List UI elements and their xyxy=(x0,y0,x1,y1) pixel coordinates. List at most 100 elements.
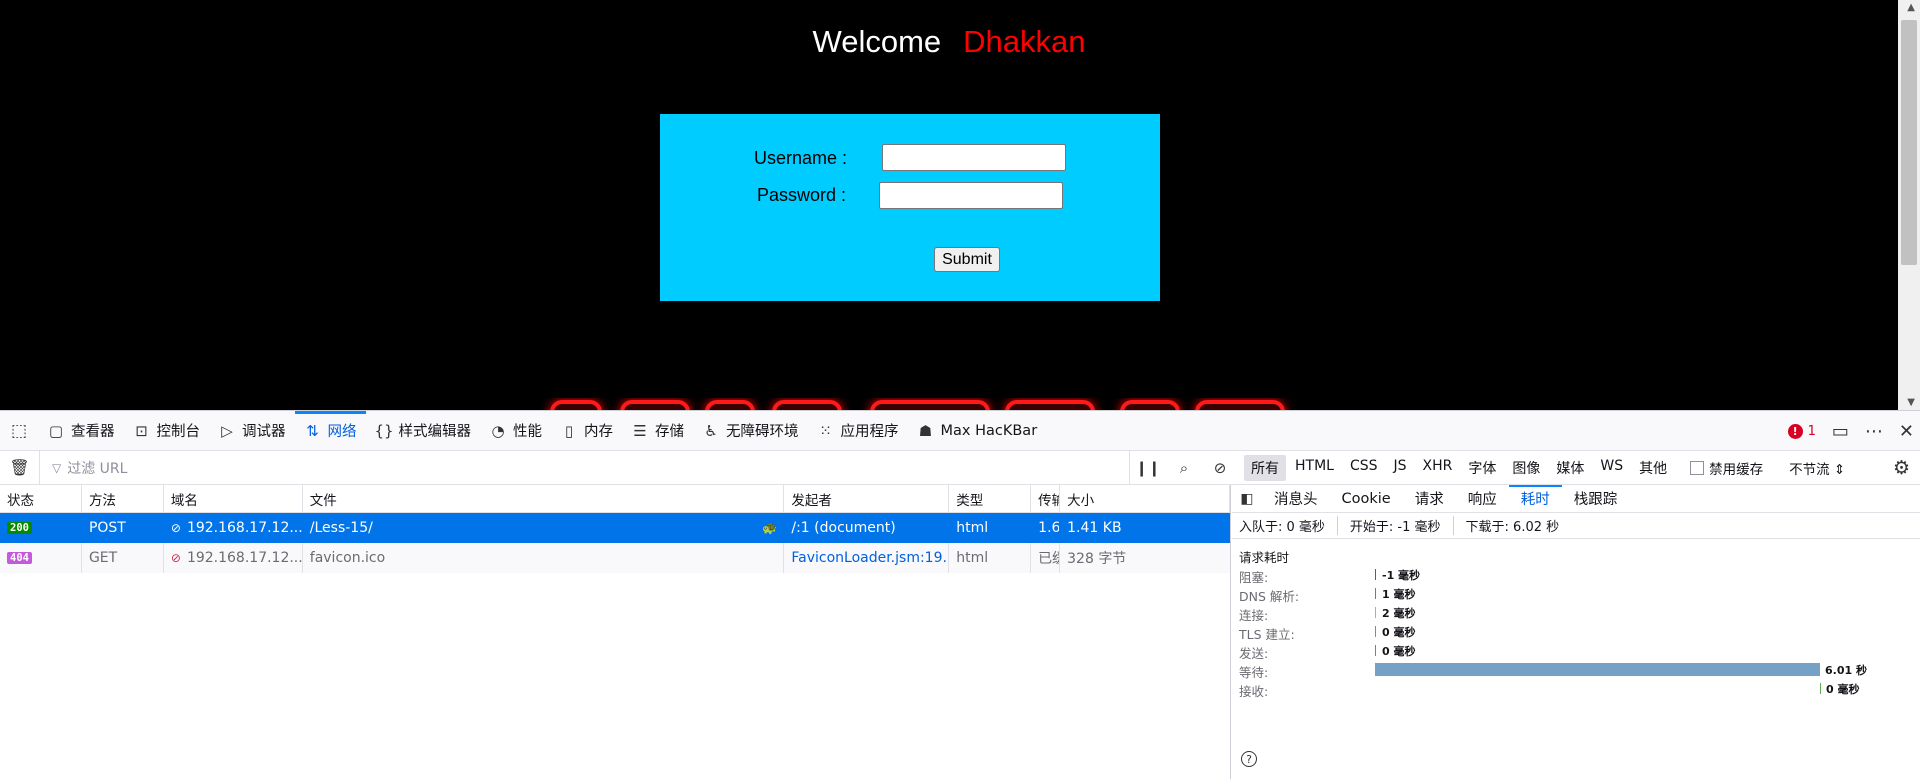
column-header-method[interactable]: 方法 xyxy=(82,485,164,512)
tab-label: 样式编辑器 xyxy=(398,424,472,440)
gear-icon[interactable]: ⚙ xyxy=(1893,457,1910,479)
debugger-icon: ▷ xyxy=(221,421,233,440)
timing-bar xyxy=(1375,663,1820,676)
password-input[interactable] xyxy=(879,182,1063,209)
timing-label: 接收: xyxy=(1239,684,1269,699)
tab-storage[interactable]: ☰ 存储 xyxy=(622,411,693,451)
type-filter-ws[interactable]: WS xyxy=(1593,455,1630,481)
tab-inspector[interactable]: ▢ 查看器 xyxy=(38,411,124,451)
more-options-icon[interactable]: ⋯ xyxy=(1865,421,1883,442)
tab-cookies[interactable]: Cookie xyxy=(1330,485,1403,513)
inspector-icon: ▢ xyxy=(48,421,64,440)
type-filter-other[interactable]: 其他 xyxy=(1632,455,1674,481)
column-header-domain[interactable]: 域名 xyxy=(164,485,303,512)
tab-request[interactable]: 请求 xyxy=(1403,485,1456,513)
submit-button[interactable]: Submit xyxy=(934,247,1000,272)
tab-network[interactable]: ⇅ 网络 xyxy=(294,410,366,451)
error-count-badge[interactable]: ! 1 xyxy=(1787,423,1816,439)
tab-hackbar[interactable]: ☗ Max HacKBar xyxy=(908,411,1047,451)
column-header-type[interactable]: 类型 xyxy=(949,485,1032,512)
login-form: Username : Password : Submit xyxy=(660,114,1160,301)
type-filter-js[interactable]: JS xyxy=(1387,455,1414,481)
welcome-heading: Welcome Dhakkan xyxy=(0,24,1898,60)
type-filter-group: 所有 HTML CSS JS XHR 字体 图像 媒体 WS 其他 xyxy=(1244,454,1676,481)
type-filter-xhr[interactable]: XHR xyxy=(1416,455,1460,481)
throttle-select[interactable]: 不节流 ⇕ xyxy=(1789,458,1845,478)
toolbar-right: ! 1 ▭ ⋯ ✕ xyxy=(1787,411,1914,451)
scroll-up-icon[interactable]: ▲ xyxy=(1907,2,1915,13)
tab-label: 网络 xyxy=(327,424,357,440)
tab-headers[interactable]: 消息头 xyxy=(1262,485,1330,513)
pause-icon[interactable]: ❙❙ xyxy=(1130,459,1166,477)
tab-console[interactable]: ⊡ 控制台 xyxy=(124,411,210,451)
scroll-down-icon[interactable]: ▼ xyxy=(1907,397,1915,408)
toggle-sidebar-icon[interactable]: ◧ xyxy=(1232,491,1262,507)
column-header-transferred[interactable]: 传输 xyxy=(1031,485,1061,512)
type-cell: html xyxy=(949,543,1032,573)
block-icon[interactable]: ⊘ xyxy=(1202,459,1238,477)
column-header-size[interactable]: 大小 xyxy=(1060,485,1230,512)
network-filter-bar: 🗑 ▽ 过滤 URL ❙❙ ⌕ ⊘ 所有 HTML CSS JS XHR 字体 图… xyxy=(0,450,1920,485)
banner-image xyxy=(540,398,1340,410)
column-header-status[interactable]: 状态 xyxy=(0,485,82,512)
element-picker-icon[interactable]: ⬚ xyxy=(0,411,38,451)
tab-performance[interactable]: ◔ 性能 xyxy=(480,411,551,451)
tab-label: 控制台 xyxy=(156,424,201,440)
welcome-text: Welcome xyxy=(812,24,942,59)
trash-icon[interactable]: 🗑 xyxy=(0,450,40,485)
timing-row: 等待: 6.01 秒 xyxy=(1232,660,1920,680)
tab-stack-trace[interactable]: 栈跟踪 xyxy=(1562,485,1630,513)
username-label: Username : xyxy=(754,148,848,168)
tab-label: Max HacKBar xyxy=(940,422,1038,439)
initiator-cell[interactable]: /:1 (document) xyxy=(784,513,949,543)
timing-value: 1 毫秒 xyxy=(1382,588,1416,601)
table-row[interactable]: 404 GET ⊘ 192.168.17.12... favicon.ico Fa… xyxy=(0,543,1230,573)
timing-value: 2 毫秒 xyxy=(1382,607,1416,620)
timing-row: DNS 解析: 1 毫秒 xyxy=(1232,584,1920,604)
transferred-cell: 1.69 xyxy=(1038,520,1061,536)
tab-style-editor[interactable]: {} 样式编辑器 xyxy=(366,411,481,451)
page-viewport: Welcome Dhakkan Username : Password : Sub… xyxy=(0,0,1920,410)
column-header-initiator[interactable]: 发起者 xyxy=(784,485,950,512)
timing-value: 0 毫秒 xyxy=(1382,645,1416,658)
tab-application[interactable]: ⁙ 应用程序 xyxy=(808,411,908,451)
username-input[interactable] xyxy=(882,144,1066,171)
table-header: 状态 方法 域名 文件 发起者 类型 传输 大小 xyxy=(0,485,1230,513)
type-filter-html[interactable]: HTML xyxy=(1288,455,1341,481)
disable-cache-toggle[interactable]: 禁用缓存 xyxy=(1690,458,1763,478)
type-filter-media[interactable]: 媒体 xyxy=(1549,455,1591,481)
table-row[interactable]: 200 POST ⊘ 192.168.17.12... /Less-15/ 🐢 /:… xyxy=(0,513,1230,543)
type-cell: html xyxy=(956,520,989,536)
type-filter-all[interactable]: 所有 xyxy=(1244,454,1286,481)
queued-time: 入队于: 0 毫秒 xyxy=(1239,516,1338,535)
close-icon[interactable]: ✕ xyxy=(1899,421,1914,442)
filter-url-input[interactable]: ▽ 过滤 URL xyxy=(40,450,1130,485)
column-header-file[interactable]: 文件 xyxy=(303,485,785,512)
tab-timings[interactable]: 耗时 xyxy=(1508,484,1562,513)
error-count: 1 xyxy=(1807,423,1816,439)
help-icon[interactable]: ? xyxy=(1241,751,1257,767)
tab-response[interactable]: 响应 xyxy=(1456,485,1509,513)
tab-accessibility[interactable]: ♿ 无障碍环境 xyxy=(693,411,808,451)
tab-memory[interactable]: ▯ 内存 xyxy=(551,411,622,451)
timing-row: 连接: 2 毫秒 xyxy=(1232,603,1920,623)
type-filter-css[interactable]: CSS xyxy=(1343,455,1385,481)
domain-cell: ⊘ 192.168.17.12... xyxy=(164,543,303,573)
file-text: favicon.ico xyxy=(309,550,386,566)
initiator-cell[interactable]: FaviconLoader.jsm:19... xyxy=(784,543,950,573)
type-filter-fonts[interactable]: 字体 xyxy=(1461,455,1503,481)
page-scrollbar[interactable]: ▲ ▼ xyxy=(1898,0,1920,410)
timing-row: 接收: 0 毫秒 xyxy=(1232,679,1920,699)
method-cell: GET xyxy=(82,543,164,573)
responsive-design-icon[interactable]: ▭ xyxy=(1832,421,1849,442)
style-editor-icon: {} xyxy=(374,421,394,440)
downloaded-time: 下载于: 6.02 秒 xyxy=(1465,520,1560,535)
scroll-thumb[interactable] xyxy=(1901,20,1917,265)
tab-debugger[interactable]: ▷ 调试器 xyxy=(209,411,295,451)
search-icon[interactable]: ⌕ xyxy=(1166,459,1202,477)
file-cell: favicon.ico xyxy=(303,543,785,573)
type-filter-images[interactable]: 图像 xyxy=(1505,455,1547,481)
insecure-lock-icon: ⊘ xyxy=(170,521,181,535)
disable-cache-checkbox[interactable] xyxy=(1690,460,1705,475)
timing-marker xyxy=(1375,588,1376,599)
